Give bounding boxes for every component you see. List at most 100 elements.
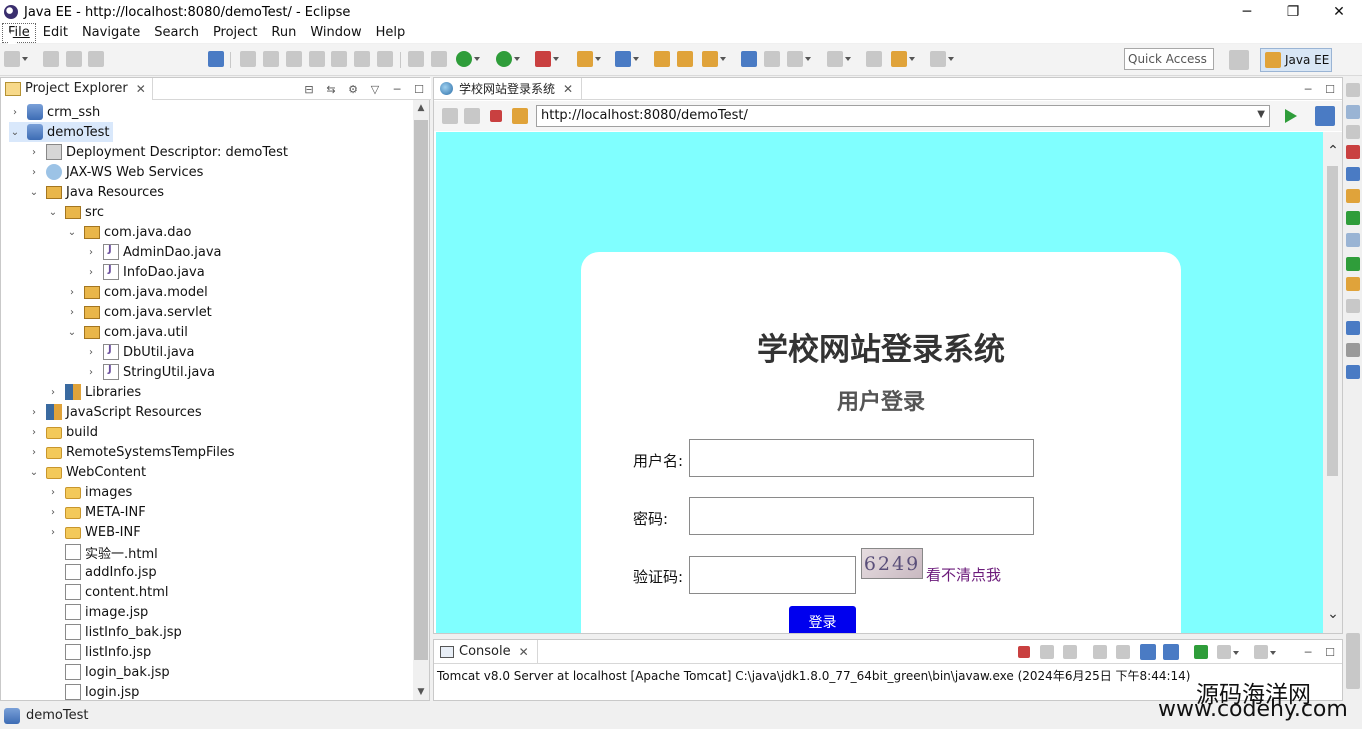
chevron-down-icon[interactable]: ⌄ — [28, 186, 40, 198]
close-button[interactable]: ✕ — [1316, 0, 1362, 24]
save-icon[interactable] — [43, 51, 59, 67]
chevron-down-icon[interactable]: ⌄ — [66, 326, 78, 338]
chevron-down-icon[interactable]: ⌄ — [28, 466, 40, 478]
browser-forward-icon[interactable] — [464, 108, 480, 124]
tree-item[interactable]: 实验一.html — [47, 542, 158, 562]
tree-item[interactable]: login.jsp — [47, 682, 139, 700]
open-perspective-icon[interactable] — [1229, 50, 1249, 70]
tree-scrollbar[interactable]: ▲ ▼ — [413, 100, 429, 700]
annotation-icon[interactable] — [787, 51, 811, 67]
tree-item[interactable]: › com.java.servlet — [66, 302, 212, 322]
browser-refresh-icon[interactable] — [512, 108, 528, 124]
search-tool-icon[interactable] — [702, 51, 726, 67]
disconnect-icon[interactable] — [309, 51, 325, 67]
print-icon[interactable] — [88, 51, 104, 67]
captcha-image[interactable]: 6249 — [861, 548, 923, 579]
tree-item[interactable]: › InfoDao.java — [85, 262, 205, 282]
data-source-view-icon[interactable] — [1346, 211, 1360, 225]
maximize-view-icon[interactable]: ☐ — [411, 81, 427, 97]
tree-item[interactable]: › images — [47, 482, 132, 502]
new-java-class-icon[interactable] — [615, 51, 639, 67]
url-history-chevron-icon[interactable]: ▼ — [1257, 109, 1265, 120]
web-browser-icon[interactable] — [741, 51, 757, 67]
browser-stop-icon[interactable] — [490, 110, 502, 122]
chevron-right-icon[interactable]: › — [47, 386, 59, 398]
scroll-up-icon[interactable]: ▲ — [413, 100, 429, 116]
chevron-right-icon[interactable]: › — [28, 406, 40, 418]
chevron-down-icon[interactable]: ⌄ — [47, 206, 59, 218]
view-menu-icon[interactable]: ▽ — [367, 81, 383, 97]
tree-item[interactable]: › WEB-INF — [47, 522, 141, 542]
tree-item[interactable]: image.jsp — [47, 602, 148, 622]
chevron-right-icon[interactable]: › — [28, 446, 40, 458]
tree-item[interactable]: › build — [28, 422, 98, 442]
tree-item[interactable]: › crm_ssh — [9, 102, 100, 122]
menu-edit[interactable]: Edit — [36, 24, 75, 42]
trim-scroll-thumb[interactable] — [1346, 633, 1360, 689]
browser-home-icon[interactable] — [1315, 106, 1335, 126]
scroll-thumb[interactable] — [414, 120, 428, 660]
tree-item[interactable]: ⌄ src — [47, 202, 104, 222]
quick-access-input[interactable]: Quick Access — [1124, 48, 1214, 70]
link-with-editor-icon[interactable]: ⇆ — [323, 81, 339, 97]
server-icon[interactable] — [764, 51, 780, 67]
debug-icon[interactable] — [456, 51, 480, 67]
chevron-right-icon[interactable]: › — [85, 266, 97, 278]
tree-item[interactable]: listInfo_bak.jsp — [47, 622, 182, 642]
remove-all-launches-icon[interactable] — [1063, 645, 1077, 659]
filter-icon[interactable]: ⚙ — [345, 81, 361, 97]
chevron-right-icon[interactable]: › — [66, 306, 78, 318]
tree-item[interactable]: ⌄ Java Resources — [28, 182, 164, 202]
step-into-icon[interactable] — [331, 51, 347, 67]
show-on-stdout-icon[interactable] — [1140, 644, 1156, 660]
tree-item[interactable]: › JavaScript Resources — [28, 402, 202, 422]
close-tab-icon[interactable]: ✕ — [563, 82, 573, 96]
browser-back-icon[interactable] — [442, 108, 458, 124]
maximize-console-icon[interactable]: ☐ — [1322, 644, 1338, 660]
project-explorer-tab[interactable]: Project Explorer ✕ — [1, 77, 153, 100]
menu-search[interactable]: Search — [147, 24, 206, 42]
chevron-right-icon[interactable]: › — [28, 426, 40, 438]
restore-trim-icon[interactable] — [1346, 83, 1360, 97]
call-hierarchy-icon[interactable] — [1346, 321, 1360, 335]
outline-view-icon[interactable] — [1346, 105, 1360, 119]
close-tab-icon[interactable]: ✕ — [519, 645, 529, 659]
problems-view-icon[interactable] — [1346, 257, 1360, 271]
run-icon[interactable] — [496, 51, 520, 67]
tree-item[interactable]: › RemoteSystemsTempFiles — [28, 442, 235, 462]
tree-item[interactable]: › AdminDao.java — [85, 242, 222, 262]
tree-item[interactable]: listInfo.jsp — [47, 642, 151, 662]
forward-icon[interactable] — [930, 51, 954, 67]
chevron-right-icon[interactable]: › — [28, 166, 40, 178]
suspend-icon[interactable] — [263, 51, 279, 67]
terminate-icon[interactable] — [286, 51, 302, 67]
display-console-icon[interactable] — [1217, 645, 1239, 659]
menu-window[interactable]: Window — [303, 24, 368, 42]
scroll-down-icon[interactable]: ▼ — [413, 684, 429, 700]
skip-breakpoints-icon[interactable] — [208, 51, 224, 67]
coverage-icon[interactable] — [535, 51, 559, 67]
page-scroll-thumb[interactable] — [1327, 166, 1338, 476]
chevron-right-icon[interactable]: › — [85, 246, 97, 258]
minimize-button[interactable]: ─ — [1224, 0, 1270, 24]
progress-view-icon[interactable] — [1346, 365, 1360, 379]
minimize-editor-icon[interactable]: ─ — [1300, 81, 1316, 97]
restore-trim-icon-3[interactable] — [1346, 299, 1360, 313]
close-tab-icon[interactable]: ✕ — [136, 82, 146, 96]
collapse-all-icon[interactable]: ⊟ — [301, 81, 317, 97]
external-tools-icon[interactable] — [577, 51, 601, 67]
tree-item[interactable]: ⌄ com.java.util — [66, 322, 188, 342]
tree-item[interactable]: ⌄ demoTest — [9, 122, 114, 142]
username-input[interactable] — [689, 439, 1034, 477]
browser-editor-tab[interactable]: 学校网站登录系统 ✕ — [434, 77, 583, 100]
tree-item[interactable]: › DbUtil.java — [85, 342, 194, 362]
url-input[interactable]: http://localhost:8080/demoTest/ ▼ — [536, 105, 1270, 127]
open-console-icon[interactable] — [1254, 645, 1276, 659]
chevron-right-icon[interactable]: › — [9, 106, 21, 118]
tree-item[interactable]: › com.java.model — [66, 282, 208, 302]
page-scroll-down-icon[interactable]: ⌄ — [1326, 606, 1340, 622]
new-icon[interactable] — [4, 51, 28, 67]
step-over-icon[interactable] — [354, 51, 370, 67]
markers-view-icon[interactable] — [1346, 145, 1360, 159]
snippets-view-icon[interactable] — [1346, 233, 1360, 247]
